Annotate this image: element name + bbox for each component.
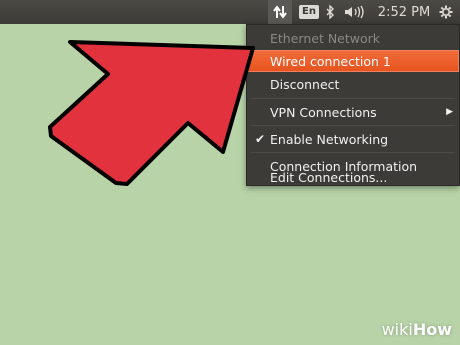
watermark-prefix: wiki [381,320,413,339]
pointer-arrow-icon [48,40,255,186]
wikihow-watermark: wikiHow [382,320,452,339]
watermark-suffix: How [412,320,452,339]
